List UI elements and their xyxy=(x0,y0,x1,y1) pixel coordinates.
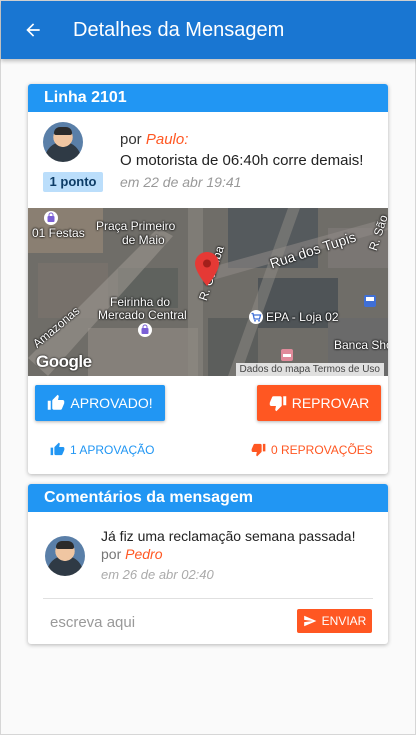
comment-date: em 26 de abr 02:40 xyxy=(101,567,214,582)
author-avatar xyxy=(43,122,83,162)
location-pin-icon xyxy=(195,252,219,286)
message-card: Linha 2101 1 ponto por Paulo: O motorist… xyxy=(28,84,388,474)
thumbs-up-icon xyxy=(50,442,65,456)
screen: Detalhes da Mensagem Linha 2101 1 ponto … xyxy=(0,0,416,735)
commenter-avatar xyxy=(45,536,85,576)
by-prefix: por xyxy=(120,131,142,148)
approve-label: Aprovado! xyxy=(70,395,153,411)
market-poi-icon xyxy=(138,323,152,337)
hotel-poi-icon xyxy=(281,349,293,361)
arrow-back-icon xyxy=(26,23,40,37)
message-text: O motorista de 06:40h corre demais! xyxy=(120,152,364,169)
map-label-festas: 01 Festas xyxy=(32,226,85,240)
rejections-label: 0 reprovações xyxy=(271,442,373,457)
comments-title: Comentários da mensagem xyxy=(28,484,388,512)
message-date: em 22 de abr 19:41 xyxy=(120,174,242,190)
rejections-count[interactable]: 0 reprovações xyxy=(251,442,373,457)
comment-text: Já fiz uma reclamação semana passada! xyxy=(101,528,356,544)
author-name: Paulo: xyxy=(145,131,189,148)
map-label-praca2: de Maio xyxy=(122,233,165,247)
comment-author: Pedro xyxy=(125,546,163,562)
by-prefix: por xyxy=(101,546,122,562)
thumbs-up-icon xyxy=(48,394,65,410)
map-label-epa: EPA - Loja 02 xyxy=(266,310,339,324)
bus-poi-icon xyxy=(364,295,376,307)
map-label-banca: Banca Sho xyxy=(334,338,388,352)
approvals-count[interactable]: 1 aprovação xyxy=(50,442,154,457)
reject-label: Reprovar xyxy=(291,395,370,411)
reject-button[interactable]: Reprovar xyxy=(257,385,381,421)
bag-poi-icon xyxy=(44,211,58,225)
divider xyxy=(43,598,373,599)
thumbs-down-icon xyxy=(269,396,286,412)
points-badge: 1 ponto xyxy=(43,172,103,192)
comment-input[interactable] xyxy=(50,611,280,633)
message-author-line: por Paulo: xyxy=(120,131,188,148)
line-title: Linha 2101 xyxy=(28,84,388,112)
map-label-mercado: Mercado Central xyxy=(98,308,187,322)
page-title: Detalhes da Mensagem xyxy=(73,18,285,41)
map-label-praca: Praça Primeiro xyxy=(96,219,176,233)
send-label: Enviar xyxy=(321,614,367,628)
cart-poi-icon xyxy=(249,310,263,324)
thumbs-down-icon xyxy=(251,443,266,457)
map-view[interactable]: 01 Festas Praça Primeiro de Maio Rua dos… xyxy=(28,208,388,376)
send-button[interactable]: Enviar xyxy=(297,609,372,633)
comment-author-line: por Pedro xyxy=(101,546,162,562)
approvals-label: 1 aprovação xyxy=(70,442,155,457)
map-label-feirinha: Feirinha do xyxy=(110,295,171,309)
send-icon xyxy=(303,615,317,627)
map-footer-links[interactable]: Dados do mapa Termos de Uso xyxy=(235,363,384,376)
google-logo: Google xyxy=(36,352,92,371)
back-button[interactable] xyxy=(1,1,65,59)
approve-button[interactable]: Aprovado! xyxy=(35,385,165,421)
comments-card: Comentários da mensagem Já fiz uma recla… xyxy=(28,484,388,644)
app-bar: Detalhes da Mensagem xyxy=(1,1,416,59)
